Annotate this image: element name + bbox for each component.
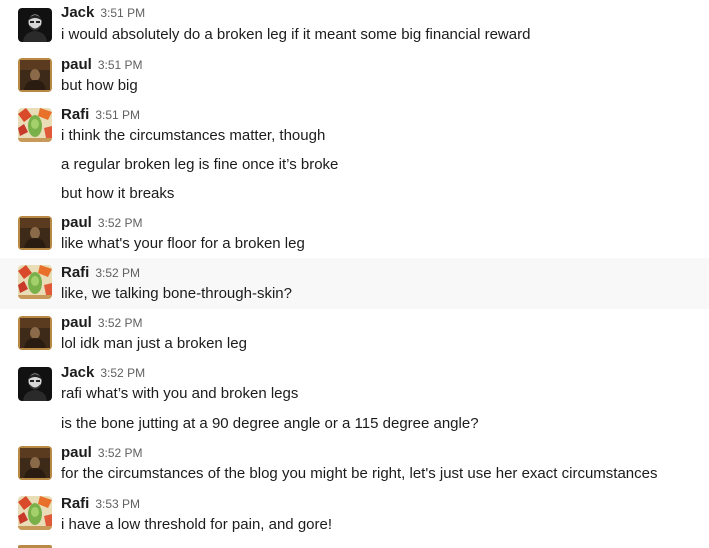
message-header: paul 3:52 PM [61,444,143,462]
message-text: but how it breaks [61,185,175,202]
timestamp[interactable]: 3:52 PM [100,366,145,380]
rafi-avatar-icon [18,108,52,142]
message-header: paul 3:51 PM [61,56,143,74]
avatar-paul[interactable] [18,446,52,480]
avatar-paul[interactable] [18,216,52,250]
author-name[interactable]: paul [61,56,92,73]
message: paul 3:52 PM for the circumstances of the… [0,439,709,490]
timestamp[interactable]: 3:52 PM [98,316,143,330]
message: paul 3:52 PM lol idk man just a broken le… [0,309,709,359]
author-name[interactable]: Rafi [61,495,89,512]
jack-avatar-icon [18,8,52,42]
avatar-rafi[interactable] [18,108,52,142]
timestamp[interactable]: 3:51 PM [98,58,143,72]
message-text: a regular broken leg is fine once it’s b… [61,156,339,173]
timestamp[interactable]: 3:51 PM [100,6,145,20]
message: Jack 3:52 PM rafi what’s with you and bro… [0,359,709,439]
message: Jack 3:51 PM i would absolutely do a brok… [0,0,709,52]
message-text: for the circumstances of the blog you mi… [61,465,658,482]
author-name[interactable]: Rafi [61,106,89,123]
message-header: Jack 3:51 PM [61,4,145,22]
avatar-rafi[interactable] [18,496,52,530]
timestamp[interactable]: 3:51 PM [95,108,140,122]
message-text: like, we talking bone-through-skin? [61,285,292,302]
message: Rafi 3:52 PM like, we talking bone-throug… [0,258,709,309]
message-header: Jack 3:52 PM [61,364,145,382]
timestamp[interactable]: 3:52 PM [98,216,143,230]
message-text: like what's your floor for a broken leg [61,235,305,252]
author-name[interactable]: Jack [61,364,94,381]
author-name[interactable]: Jack [61,4,94,21]
message-header: Rafi 3:52 PM [61,264,140,282]
paul-avatar-icon [18,58,52,92]
timestamp[interactable]: 3:52 PM [95,266,140,280]
author-name[interactable]: Rafi [61,264,89,281]
message: Rafi 3:53 PM i have a low threshold for p… [0,490,709,545]
message-text: rafi what’s with you and broken legs [61,385,299,402]
message-text: i have a low threshold for pain, and gor… [61,516,333,533]
avatar-paul[interactable] [18,58,52,92]
message-header: Rafi 3:53 PM [61,495,140,513]
avatar-rafi[interactable] [18,265,52,299]
message: paul 3:52 PM like what's your floor for a… [0,210,709,258]
avatar-jack[interactable] [18,8,52,42]
timestamp[interactable]: 3:53 PM [95,497,140,511]
avatar-paul[interactable] [18,316,52,350]
jack-avatar-icon [18,367,52,401]
rafi-avatar-icon [18,496,52,530]
message-text: i would absolutely do a broken leg if it… [61,26,531,43]
author-name[interactable]: paul [61,314,92,331]
message: paul 3:51 PM but how big [0,52,709,102]
paul-avatar-icon [18,316,52,350]
message-header: paul 3:52 PM [61,214,143,232]
paul-avatar-icon [18,446,52,480]
author-name[interactable]: paul [61,444,92,461]
timestamp[interactable]: 3:52 PM [98,446,143,460]
message-header: paul 3:52 PM [61,314,143,332]
paul-avatar-icon [18,216,52,250]
message-text: but how big [61,77,138,94]
avatar-jack[interactable] [18,367,52,401]
message-text: is the bone jutting at a 90 degree angle… [61,415,479,432]
message-header: Rafi 3:51 PM [61,106,140,124]
author-name[interactable]: paul [61,214,92,231]
message-text: i think the circumstances matter, though [61,127,326,144]
message-text: lol idk man just a broken leg [61,335,247,352]
message: Rafi 3:51 PM i think the circumstances ma… [0,102,709,210]
rafi-avatar-icon [18,265,52,299]
